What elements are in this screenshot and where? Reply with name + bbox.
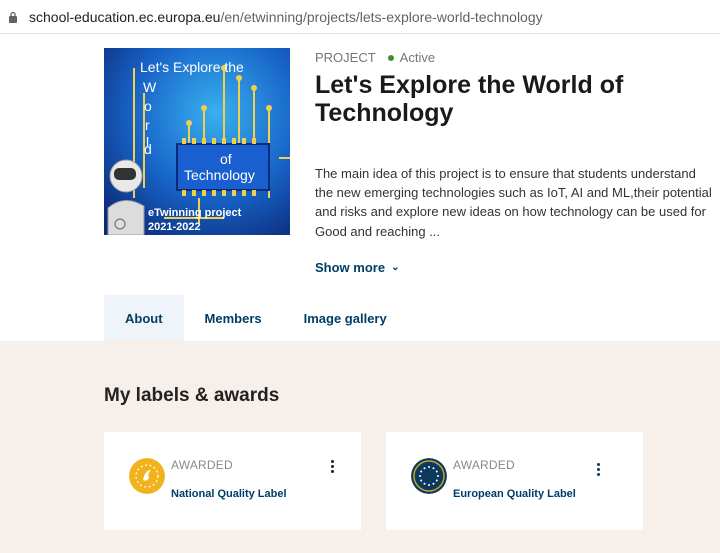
- url-host: school-education.ec.europa.eu: [29, 9, 221, 25]
- award-status: AWARDED: [453, 458, 515, 472]
- tab-members[interactable]: Members: [184, 295, 283, 341]
- more-options-icon[interactable]: [590, 463, 606, 481]
- award-card-european: AWARDED European Quality Label: [386, 432, 643, 530]
- image-letter-o: o: [144, 98, 152, 114]
- url-text[interactable]: school-education.ec.europa.eu/en/etwinni…: [29, 9, 543, 25]
- image-etwinning: eTwinning project: [148, 207, 242, 219]
- project-tabs: About Members Image gallery: [104, 295, 408, 341]
- image-letter-r: r: [145, 117, 150, 133]
- project-image: Let's Explore the W o r l d of Technolog…: [104, 48, 290, 235]
- status-dot-icon: [387, 54, 394, 61]
- award-name: European Quality Label: [453, 488, 576, 500]
- project-image-artwork: Let's Explore the W o r l d of Technolog…: [104, 48, 290, 235]
- project-description: The main idea of this project is to ensu…: [315, 166, 712, 239]
- show-more-label: Show more: [315, 260, 386, 275]
- award-name: National Quality Label: [171, 488, 287, 500]
- image-of: of: [220, 151, 232, 167]
- tab-image-gallery[interactable]: Image gallery: [283, 295, 408, 341]
- tab-about[interactable]: About: [104, 295, 184, 341]
- national-quality-label-icon: [129, 458, 165, 494]
- show-more-button[interactable]: Show more ⌄: [315, 260, 399, 275]
- url-path: /en/etwinning/projects/lets-explore-worl…: [220, 9, 543, 25]
- image-letter-w: W: [143, 79, 157, 95]
- labels-awards-section: My labels & awards AWARDED National Qual…: [0, 341, 720, 553]
- page-title: Let's Explore the World of Technology: [315, 71, 624, 127]
- european-quality-label-icon: [411, 458, 447, 494]
- award-card-national: AWARDED National Quality Label: [104, 432, 361, 530]
- award-status: AWARDED: [171, 458, 233, 472]
- chevron-down-icon: ⌄: [391, 262, 400, 273]
- more-options-icon[interactable]: [324, 460, 340, 478]
- image-technology: Technology: [184, 167, 255, 183]
- section-title: My labels & awards: [104, 385, 280, 406]
- image-years: 2021-2022: [148, 221, 201, 233]
- browser-address-bar[interactable]: school-education.ec.europa.eu/en/etwinni…: [0, 0, 720, 34]
- lock-icon: [9, 11, 17, 23]
- image-title-line: Let's Explore the: [140, 59, 244, 75]
- image-letter-d: d: [144, 141, 152, 157]
- project-type-label: PROJECT: [315, 50, 376, 65]
- project-meta: PROJECT Active: [315, 50, 435, 65]
- project-status: Active: [399, 50, 436, 65]
